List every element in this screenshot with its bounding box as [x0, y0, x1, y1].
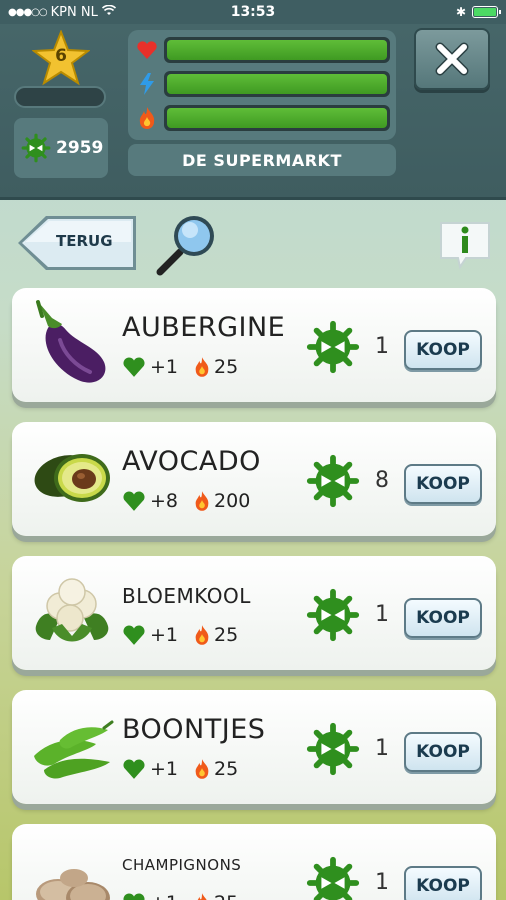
item-health: +1	[150, 624, 179, 646]
item-price: 8	[375, 468, 389, 493]
wifi-icon	[101, 4, 116, 20]
flame-icon	[136, 107, 158, 129]
flame-icon	[195, 625, 209, 645]
item-calories: 25	[214, 624, 239, 646]
xp-bar	[14, 86, 106, 108]
item-calories: 200	[214, 490, 251, 512]
back-button[interactable]: TERUG	[16, 212, 140, 274]
list-item: AUBERGINE +1 25 1 KOOP	[12, 288, 496, 408]
stats-panel	[128, 30, 396, 140]
item-calories: 25	[214, 356, 239, 378]
item-stats: +1 25	[122, 356, 238, 378]
close-icon	[435, 42, 469, 76]
item-health: +1	[150, 892, 178, 900]
item-name: BOONTJES	[122, 714, 266, 745]
buy-button[interactable]: KOOP	[404, 598, 482, 638]
virus-coin-icon	[306, 454, 360, 508]
location-label: DE SUPERMARKT	[128, 144, 396, 176]
energy-bar	[164, 71, 390, 97]
virus-coin-icon	[306, 320, 360, 374]
mushroom-icon	[36, 869, 110, 900]
flame-icon	[195, 491, 209, 511]
cauliflower-icon	[35, 578, 109, 642]
lightning-icon	[136, 73, 158, 95]
virus-coin-icon	[306, 722, 360, 776]
info-icon	[440, 222, 490, 270]
calories-bar	[164, 105, 390, 131]
game-header: 6 2959 DE SUPERMARKT	[0, 24, 506, 200]
buy-button[interactable]: KOOP	[404, 464, 482, 504]
green-heart-icon	[123, 625, 145, 645]
flame-icon	[197, 893, 207, 900]
virus-coin-icon	[306, 856, 360, 900]
item-price: 1	[375, 602, 389, 627]
item-stats: +1 25	[122, 758, 238, 780]
back-label: TERUG	[56, 232, 113, 250]
virus-coin-icon	[306, 588, 360, 642]
carrier-label: KPN NL	[50, 4, 98, 20]
item-name: AUBERGINE	[122, 312, 286, 343]
clock: 13:53	[230, 4, 276, 20]
flame-icon	[195, 759, 209, 779]
item-name: BLOEMKOOL	[122, 584, 251, 608]
item-price: 1	[375, 334, 389, 359]
item-stats: +8 200	[122, 490, 250, 512]
item-price: 1	[375, 870, 389, 895]
signal-icon: ●●●○○	[8, 6, 48, 18]
list-item: BLOEMKOOL +1 25 1 KOOP	[12, 556, 496, 676]
item-stats: +1 25	[122, 624, 238, 646]
battery-icon	[472, 6, 501, 18]
list-item: CHAMPIGNONS +1 25 1 KOOP	[12, 824, 496, 900]
virus-coin-icon	[21, 133, 51, 163]
item-name: AVOCADO	[122, 446, 261, 477]
close-button[interactable]	[414, 28, 490, 90]
bluetooth-icon: ✱	[455, 5, 466, 19]
buy-button[interactable]: KOOP	[404, 330, 482, 370]
calories-stat	[136, 104, 390, 132]
item-health: +1	[150, 758, 179, 780]
item-health: +1	[150, 356, 179, 378]
level-number: 6	[55, 46, 67, 66]
green-heart-icon	[123, 759, 145, 779]
avocado-icon	[34, 454, 110, 502]
buy-button[interactable]: KOOP	[404, 866, 482, 900]
green-heart-icon	[123, 357, 145, 377]
item-health: +8	[150, 490, 179, 512]
beans-icon	[34, 720, 114, 779]
item-name: CHAMPIGNONS	[122, 856, 242, 874]
buy-button[interactable]: KOOP	[404, 732, 482, 772]
item-price: 1	[375, 736, 389, 761]
info-button[interactable]	[438, 220, 492, 270]
list-item: BOONTJES +1 25 1 KOOP	[12, 690, 496, 810]
heart-icon	[136, 39, 158, 61]
health-bar	[164, 37, 390, 63]
item-calories: 25	[214, 758, 239, 780]
green-heart-icon	[123, 491, 145, 511]
flame-icon	[195, 357, 209, 377]
green-heart-icon	[123, 893, 145, 900]
magnifier-icon	[156, 216, 214, 276]
list-item: AVOCADO +8 200 8 KOOP	[12, 422, 496, 542]
item-calories: 25	[214, 892, 238, 900]
item-stats: +1 25	[122, 892, 238, 900]
energy-stat	[136, 70, 390, 98]
search-button[interactable]	[154, 210, 222, 278]
coin-count: 2959	[56, 138, 104, 158]
status-bar: ●●●○○ KPN NL 13:53 ✱	[0, 0, 506, 24]
health-stat	[136, 36, 390, 64]
coins-display: 2959	[14, 118, 108, 178]
eggplant-icon	[36, 300, 106, 383]
